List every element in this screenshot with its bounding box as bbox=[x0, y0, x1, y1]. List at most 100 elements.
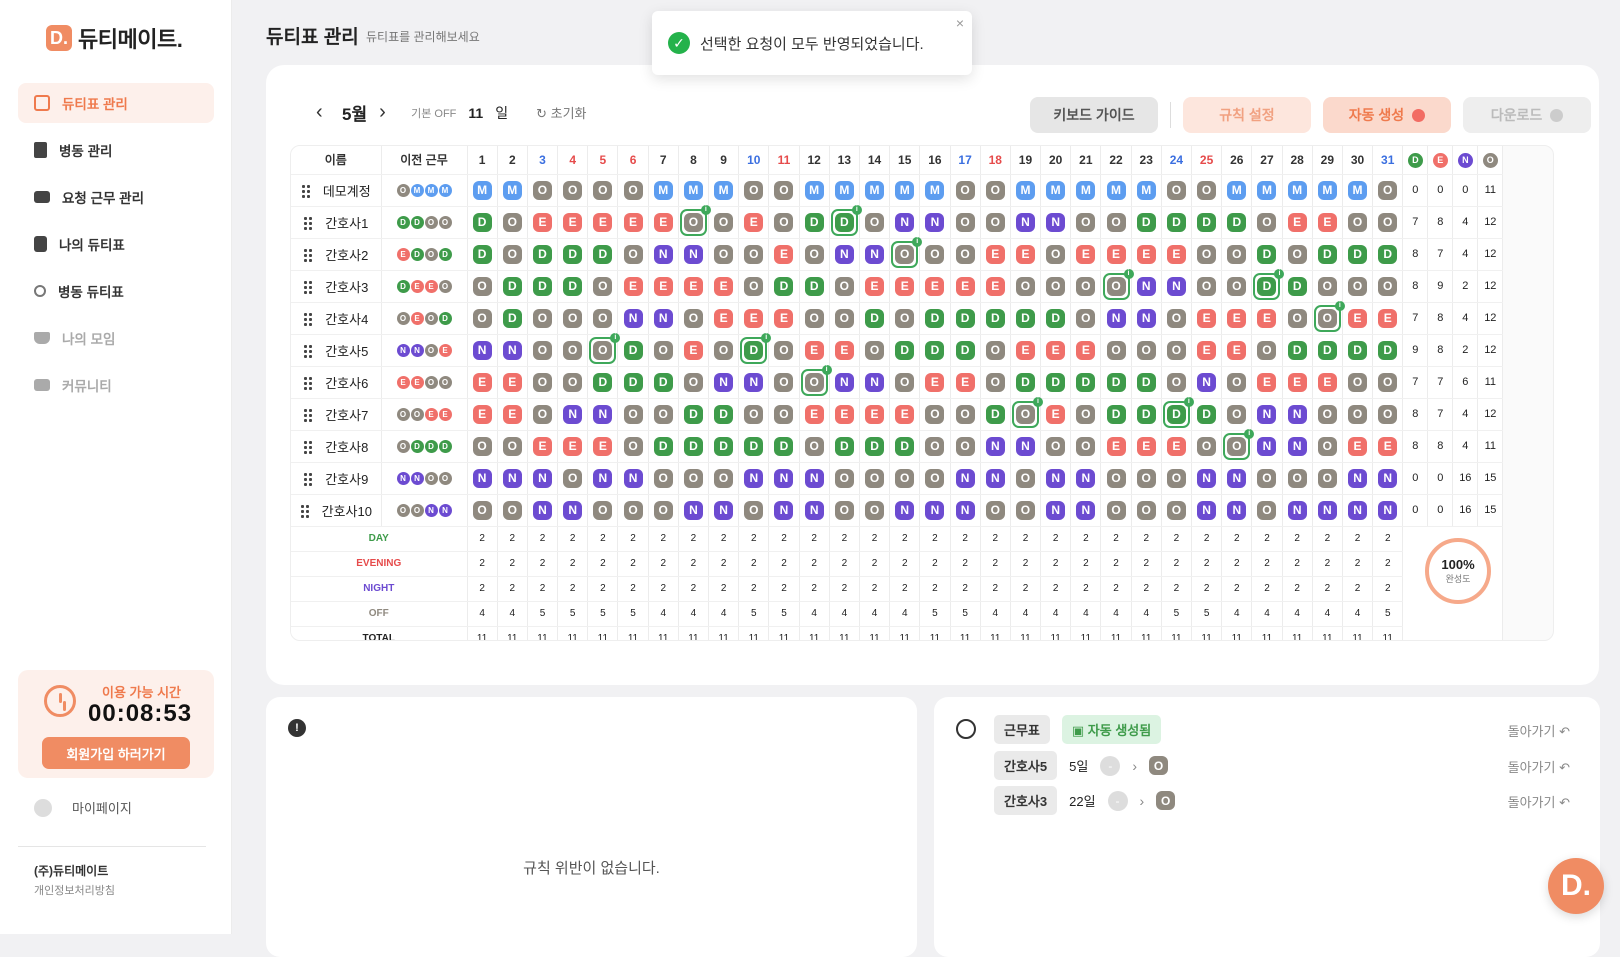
shift-cell[interactable]: O bbox=[829, 494, 860, 527]
shift-cell[interactable]: O bbox=[919, 462, 951, 495]
shift-cell[interactable]: E bbox=[738, 206, 770, 239]
shift-cell[interactable]: D bbox=[1221, 206, 1253, 239]
shift-cell[interactable]: O bbox=[1131, 494, 1162, 527]
shift-cell[interactable]: O bbox=[1010, 270, 1042, 303]
shift-cell[interactable]: M bbox=[799, 174, 830, 207]
shift-cell[interactable]: N bbox=[467, 462, 498, 495]
shift-cell[interactable]: D bbox=[738, 430, 770, 463]
shift-cell[interactable]: D bbox=[1191, 398, 1223, 431]
shift-cell[interactable]: N bbox=[1372, 494, 1404, 527]
shift-cell[interactable]: E bbox=[1372, 302, 1404, 335]
shift-cell[interactable]: O bbox=[919, 398, 951, 431]
shift-cell[interactable]: O bbox=[467, 270, 498, 303]
shift-cell[interactable]: E bbox=[1161, 238, 1193, 271]
shift-cell[interactable]: E bbox=[1251, 366, 1283, 399]
shift-cell[interactable]: O bbox=[1070, 302, 1102, 335]
shift-cell[interactable]: D bbox=[1161, 396, 1194, 431]
shift-cell[interactable]: O bbox=[587, 302, 619, 335]
shift-cell[interactable]: D bbox=[980, 398, 1011, 431]
shift-cell[interactable]: N bbox=[497, 462, 528, 495]
shift-cell[interactable]: O bbox=[1372, 270, 1404, 303]
shift-cell[interactable]: N bbox=[1282, 398, 1313, 431]
shift-cell[interactable]: D bbox=[1251, 238, 1283, 271]
shift-cell[interactable]: N bbox=[950, 494, 981, 527]
shift-cell[interactable]: N bbox=[1070, 462, 1102, 495]
shift-cell[interactable]: O bbox=[467, 430, 498, 463]
shift-cell[interactable]: E bbox=[1282, 366, 1313, 399]
shift-cell[interactable]: D bbox=[1070, 366, 1102, 399]
shift-cell[interactable]: O bbox=[1251, 462, 1283, 495]
shift-cell[interactable]: O bbox=[1251, 494, 1283, 527]
shift-cell[interactable]: E bbox=[738, 302, 770, 335]
shift-cell[interactable]: O bbox=[497, 238, 528, 271]
shift-cell[interactable]: N bbox=[1100, 302, 1132, 335]
shift-cell[interactable]: O bbox=[1251, 334, 1283, 367]
shift-cell[interactable]: E bbox=[557, 206, 589, 239]
shift-cell[interactable]: M bbox=[1131, 174, 1162, 207]
shift-cell[interactable]: O bbox=[1251, 206, 1283, 239]
shift-cell[interactable]: O bbox=[1221, 428, 1255, 463]
shift-cell[interactable]: D bbox=[829, 204, 862, 239]
shift-cell[interactable]: O bbox=[859, 334, 891, 367]
shift-cell[interactable]: N bbox=[799, 462, 830, 495]
shift-cell[interactable]: N bbox=[678, 238, 710, 271]
shift-cell[interactable]: E bbox=[1342, 430, 1374, 463]
shift-cell[interactable]: D bbox=[1282, 334, 1313, 367]
shift-cell[interactable]: O bbox=[708, 206, 740, 239]
shift-cell[interactable]: O bbox=[1191, 174, 1223, 207]
shift-cell[interactable]: O bbox=[1010, 462, 1042, 495]
shift-cell[interactable]: O bbox=[1372, 174, 1404, 207]
shift-cell[interactable]: O bbox=[738, 270, 770, 303]
shift-cell[interactable]: M bbox=[1251, 174, 1283, 207]
shift-cell[interactable]: N bbox=[768, 494, 800, 527]
shift-cell[interactable]: N bbox=[738, 366, 770, 399]
nav-ward-duty[interactable]: 병동 듀티표 bbox=[18, 271, 214, 311]
shift-cell[interactable]: D bbox=[980, 302, 1011, 335]
shift-cell[interactable]: E bbox=[829, 334, 860, 367]
shift-cell[interactable]: O bbox=[678, 462, 710, 495]
shift-cell[interactable]: E bbox=[708, 270, 740, 303]
shift-cell[interactable]: N bbox=[1221, 494, 1253, 527]
shift-cell[interactable]: D bbox=[1342, 238, 1374, 271]
shift-cell[interactable]: O bbox=[1191, 430, 1223, 463]
shift-cell[interactable]: O bbox=[768, 206, 800, 239]
shift-cell[interactable]: N bbox=[557, 398, 589, 431]
shift-cell[interactable]: E bbox=[1131, 238, 1162, 271]
shift-cell[interactable]: D bbox=[889, 334, 921, 367]
shift-cell[interactable]: M bbox=[1221, 174, 1253, 207]
shift-cell[interactable]: N bbox=[708, 494, 740, 527]
shift-cell[interactable]: D bbox=[1312, 334, 1343, 367]
shift-cell[interactable]: D bbox=[708, 398, 740, 431]
shift-cell[interactable]: D bbox=[1040, 302, 1072, 335]
drag-handle-icon[interactable] bbox=[299, 503, 310, 518]
shift-cell[interactable]: O bbox=[527, 174, 559, 207]
shift-cell[interactable]: E bbox=[648, 206, 679, 239]
drag-handle-icon[interactable] bbox=[300, 183, 311, 198]
shift-cell[interactable]: N bbox=[919, 206, 951, 239]
shift-cell[interactable]: N bbox=[467, 334, 498, 367]
shift-cell[interactable]: M bbox=[1010, 174, 1042, 207]
shift-cell[interactable]: O bbox=[1161, 302, 1193, 335]
shift-cell[interactable]: D bbox=[1040, 366, 1072, 399]
shift-cell[interactable]: D bbox=[678, 430, 710, 463]
shift-cell[interactable]: O bbox=[1312, 430, 1343, 463]
shift-cell[interactable]: E bbox=[950, 366, 981, 399]
drag-handle-icon[interactable] bbox=[303, 279, 314, 294]
shift-cell[interactable]: O bbox=[889, 462, 921, 495]
shift-cell[interactable]: E bbox=[768, 302, 800, 335]
rule-settings-button[interactable]: 규칙 설정 bbox=[1183, 97, 1311, 133]
shift-cell[interactable]: N bbox=[1010, 430, 1042, 463]
shift-cell[interactable]: M bbox=[1282, 174, 1313, 207]
shift-cell[interactable]: O bbox=[738, 494, 770, 527]
shift-cell[interactable]: D bbox=[1131, 366, 1162, 399]
shift-cell[interactable]: D bbox=[648, 366, 679, 399]
shift-cell[interactable]: N bbox=[678, 494, 710, 527]
shift-cell[interactable]: O bbox=[497, 206, 528, 239]
shift-cell[interactable]: M bbox=[1070, 174, 1102, 207]
shift-cell[interactable]: E bbox=[799, 334, 830, 367]
shift-cell[interactable]: E bbox=[1010, 238, 1042, 271]
shift-cell[interactable]: M bbox=[678, 174, 710, 207]
signup-button[interactable]: 회원가입 하러가기 bbox=[42, 737, 190, 769]
shift-cell[interactable]: O bbox=[557, 366, 589, 399]
shift-cell[interactable]: E bbox=[527, 430, 559, 463]
